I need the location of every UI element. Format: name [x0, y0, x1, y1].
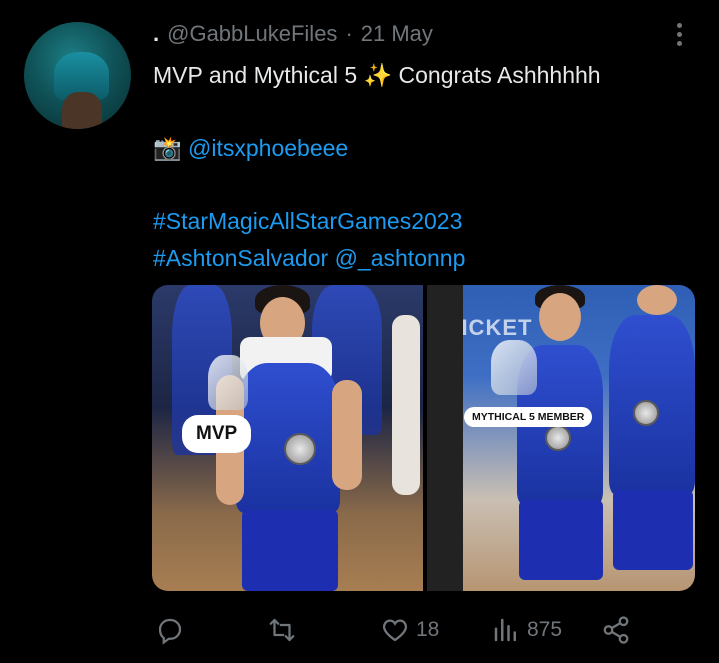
user-handle[interactable]: @GabbLukeFiles [167, 21, 337, 47]
player-shorts [242, 510, 338, 591]
tweet-header: . @GabbLukeFiles · 21 May [153, 20, 689, 48]
medal [633, 400, 659, 426]
views-button[interactable]: 875 [491, 612, 562, 648]
mention-link[interactable]: @_ashtonnp [335, 245, 466, 271]
heart-icon [382, 619, 408, 642]
trophy [208, 355, 248, 410]
media-grid: MVP TICKET MYTHICAL 5 MEMBER [152, 285, 695, 591]
hashtag-link[interactable]: #StarMagicAllStarGames2023 [153, 208, 462, 234]
medal [545, 425, 571, 451]
camera-flash-icon: 📸 [153, 135, 182, 162]
mythical-five-label: MYTHICAL 5 MEMBER [464, 407, 593, 427]
medal [284, 433, 316, 465]
photo-credit-line: 📸 @itsxphoebeee [153, 130, 693, 167]
trophy [491, 340, 537, 395]
name-prefix: . [153, 21, 160, 46]
more-options-icon[interactable] [669, 20, 689, 48]
reply-icon [158, 618, 182, 645]
views-icon [494, 618, 516, 642]
like-count: 18 [416, 618, 440, 641]
background-arm [392, 315, 420, 495]
mvp-label: MVP [182, 415, 252, 453]
separator: · [345, 21, 353, 46]
views-count: 875 [527, 618, 563, 641]
reply-button[interactable] [155, 612, 185, 648]
tweet-date[interactable]: 21 May [361, 21, 433, 47]
like-button[interactable]: 18 [380, 612, 439, 648]
photo-mythical-five[interactable]: TICKET MYTHICAL 5 MEMBER [427, 285, 695, 591]
teammate-face [637, 285, 677, 315]
retweet-button[interactable] [267, 612, 297, 648]
tweet-actions: 18 875 [155, 612, 645, 648]
player-face [539, 293, 581, 341]
hashtag-line-1: #StarMagicAllStarGames2023 [153, 203, 693, 240]
retweet-icon [269, 618, 295, 642]
avatar-hair [62, 92, 102, 129]
teammate-shorts [613, 490, 693, 570]
player-arm [332, 380, 362, 490]
hashtag-link[interactable]: #AshtonSalvador [153, 245, 328, 271]
hashtag-line-2: #AshtonSalvador @_ashtonnp [153, 240, 693, 277]
user-avatar[interactable] [24, 22, 131, 129]
share-icon [603, 616, 629, 644]
photo-mvp[interactable]: MVP [152, 285, 423, 591]
tweet-line-1: MVP and Mythical 5 ✨ Congrats Ashhhhhh [153, 62, 601, 88]
background-person [427, 285, 463, 591]
player-shorts [519, 500, 603, 580]
share-button[interactable] [601, 612, 631, 648]
tweet-text: MVP and Mythical 5 ✨ Congrats Ashhhhhh 📸… [153, 57, 693, 277]
mention-link[interactable]: @itsxphoebeee [188, 135, 348, 161]
